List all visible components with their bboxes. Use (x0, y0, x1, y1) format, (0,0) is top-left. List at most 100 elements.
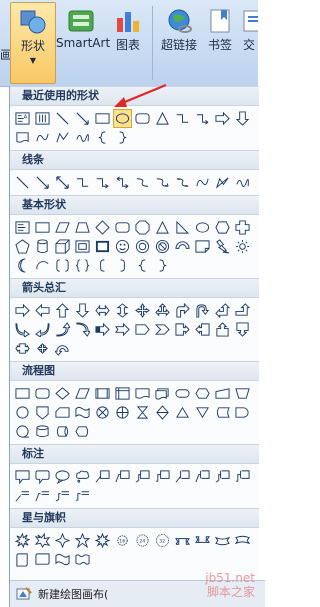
pentagon-arrow-shape[interactable] (134, 321, 151, 338)
rounded-rectangle-shape[interactable] (114, 219, 131, 236)
explosion-2-shape[interactable] (34, 532, 51, 549)
curved-double-arrow-connector-shape[interactable] (174, 174, 191, 191)
donut-shape[interactable] (134, 238, 151, 255)
flowchart-punched-tape-shape[interactable] (74, 404, 91, 421)
curved-right-arrow-shape[interactable] (14, 321, 31, 338)
curved-down-ribbon-shape[interactable] (234, 532, 251, 549)
vertical-text-box-shape[interactable] (34, 110, 51, 127)
line-shape[interactable] (54, 110, 71, 127)
flowchart-connector-shape[interactable] (14, 404, 31, 421)
u-turn-arrow-shape[interactable] (194, 302, 211, 319)
no-symbol-shape[interactable] (154, 238, 171, 255)
flowchart-stored-data-shape[interactable] (214, 404, 231, 421)
double-brace-shape[interactable] (74, 257, 91, 274)
arrow-line-shape[interactable] (74, 110, 91, 127)
notched-right-arrow-shape[interactable] (114, 321, 131, 338)
flowchart-or-shape[interactable] (114, 404, 131, 421)
flowchart-decision-shape[interactable] (54, 385, 71, 402)
bookmark-button[interactable]: 书签 (204, 8, 236, 53)
line-callout-3-accent-bar-shape[interactable] (214, 468, 231, 485)
rectangle-shape[interactable] (34, 219, 51, 236)
right-arrow-shape[interactable] (14, 302, 31, 319)
up-down-arrow-shape[interactable] (114, 302, 131, 319)
left-right-arrow-shape[interactable] (94, 302, 111, 319)
down-arrow-shape[interactable] (74, 302, 91, 319)
curved-up-ribbon-shape[interactable] (214, 532, 231, 549)
parallelogram-shape[interactable] (54, 219, 71, 236)
flowchart-display-shape[interactable] (74, 423, 91, 440)
scribble-shape[interactable] (74, 129, 91, 146)
crossref-button[interactable]: 交 (240, 8, 258, 53)
bent-arrow-shape[interactable] (174, 302, 191, 319)
up-arrow-shape[interactable] (54, 302, 71, 319)
cube-shape[interactable] (54, 238, 71, 255)
right-bracket-shape[interactable] (114, 257, 131, 274)
bent-up-arrow-shape[interactable] (234, 302, 251, 319)
text-box-shape[interactable]: A (14, 110, 31, 127)
line-callout-4-shape[interactable] (154, 468, 171, 485)
right-arrow-shape[interactable] (214, 110, 231, 127)
left-arrow-callout-shape[interactable] (194, 321, 211, 338)
sun-shape[interactable] (234, 238, 251, 255)
left-right-up-arrow-shape[interactable] (154, 302, 171, 319)
octagon-shape[interactable] (134, 219, 151, 236)
left-brace-shape[interactable] (94, 129, 111, 146)
elbow-double-arrow-connector-shape[interactable] (114, 174, 131, 191)
diamond-shape[interactable] (94, 219, 111, 236)
flowchart-magnetic-disk-shape[interactable] (34, 423, 51, 440)
double-bracket-shape[interactable] (54, 257, 71, 274)
16-point-star-shape[interactable]: 16 (114, 532, 131, 549)
flowchart-merge-shape[interactable] (194, 404, 211, 421)
frame-shape[interactable] (94, 238, 111, 255)
flowchart-predefined-process-shape[interactable] (94, 385, 111, 402)
chart-button[interactable]: 图表 (112, 8, 144, 53)
elbow-connector-shape[interactable] (74, 174, 91, 191)
flowchart-card-shape[interactable] (54, 404, 71, 421)
flowchart-off-page-connector-shape[interactable] (34, 404, 51, 421)
bevel-shape[interactable] (74, 238, 91, 255)
flowchart-document-shape[interactable] (14, 129, 31, 146)
flowchart-terminator-shape[interactable] (174, 385, 191, 402)
line-callout-2-accent-bar-shape[interactable] (194, 468, 211, 485)
right-brace-shape[interactable] (154, 257, 171, 274)
line-callout-2-shape[interactable] (114, 468, 131, 485)
down-ribbon-shape[interactable] (194, 532, 211, 549)
isosceles-triangle-shape[interactable] (154, 219, 171, 236)
up-ribbon-shape[interactable] (174, 532, 191, 549)
line-callout-2-no-border-shape[interactable] (34, 487, 51, 504)
flowchart-summing-junction-shape[interactable] (94, 404, 111, 421)
circular-arrow-shape[interactable] (54, 340, 71, 357)
left-arrow-shape[interactable] (34, 302, 51, 319)
flowchart-data-shape[interactable] (74, 385, 91, 402)
can-shape[interactable] (34, 238, 51, 255)
elbow-arrow-connector-shape[interactable] (94, 174, 111, 191)
4-point-star-shape[interactable] (54, 532, 71, 549)
flowchart-process-shape[interactable] (14, 385, 31, 402)
lightning-bolt-shape[interactable] (214, 238, 231, 255)
line-callout-1-shape[interactable] (94, 468, 111, 485)
elbow-connector-shape[interactable] (174, 110, 191, 127)
arrow-line-shape[interactable] (34, 174, 51, 191)
block-arc-shape[interactable] (174, 238, 191, 255)
right-brace-shape[interactable] (114, 129, 131, 146)
freeform-shape[interactable] (54, 129, 71, 146)
line-callout-3-shape[interactable] (134, 468, 151, 485)
shapes-button[interactable]: 形状 ▼ (10, 2, 56, 84)
flowchart-extract-shape[interactable] (174, 404, 191, 421)
oval-callout-shape[interactable] (54, 468, 71, 485)
freeform-shape[interactable] (214, 174, 231, 191)
flowchart-alternate-process-shape[interactable] (34, 385, 51, 402)
curved-arrow-connector-shape[interactable] (154, 174, 171, 191)
folded-corner-shape[interactable] (194, 238, 211, 255)
vertical-scroll-shape[interactable] (14, 551, 31, 568)
oval-shape[interactable] (194, 219, 211, 236)
flowchart-collate-shape[interactable] (134, 404, 151, 421)
double-wave-shape[interactable] (74, 551, 91, 568)
flowchart-multidocument-shape[interactable] (154, 385, 171, 402)
rounded-rectangular-callout-shape[interactable] (34, 468, 51, 485)
rectangular-callout-shape[interactable] (14, 468, 31, 485)
explosion-1-shape[interactable] (14, 532, 31, 549)
moon-shape[interactable] (14, 257, 31, 274)
striped-right-arrow-shape[interactable] (94, 321, 111, 338)
left-right-arrow-callout-shape[interactable] (14, 340, 31, 357)
